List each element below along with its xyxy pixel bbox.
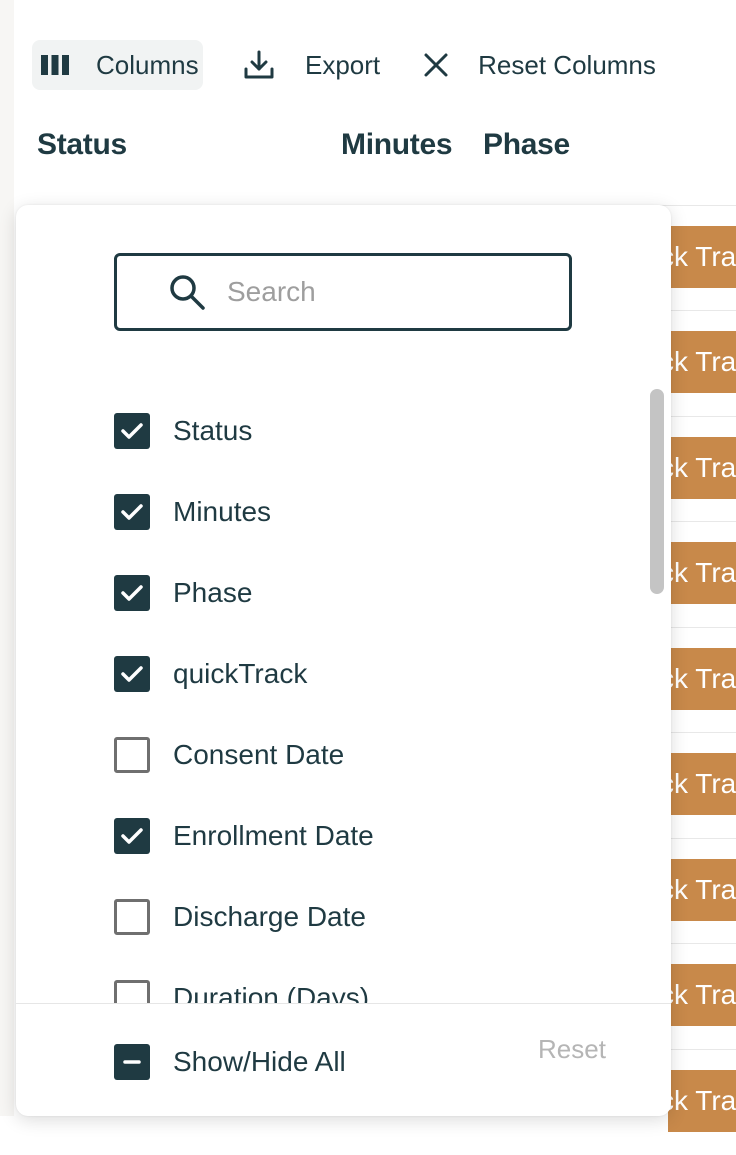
column-header-phase[interactable]: Phase <box>483 128 570 162</box>
column-option-status[interactable]: Status <box>114 411 252 451</box>
check-icon <box>121 423 143 439</box>
column-option-discharge-date[interactable]: Discharge Date <box>114 897 366 937</box>
checkbox-unchecked[interactable] <box>114 899 150 935</box>
columns-button-label: Columns <box>96 49 199 80</box>
table-row: ck Tra <box>660 1049 736 1155</box>
column-checkbox-list: Status Minutes Phase quickTrack Consent … <box>16 381 646 1004</box>
column-option-label: Status <box>173 415 253 446</box>
column-option-label: Enrollment Date <box>173 820 374 851</box>
column-option-consent-date[interactable]: Consent Date <box>114 735 344 775</box>
minus-icon <box>123 1060 141 1064</box>
column-list-scrollbar[interactable] <box>648 381 666 1004</box>
column-option-phase[interactable]: Phase <box>114 573 252 613</box>
search-icon <box>167 272 207 312</box>
column-option-label: Discharge Date <box>173 901 366 932</box>
column-picker-panel: Status Minutes Phase quickTrack Consent … <box>16 205 671 1116</box>
column-option-label: Duration (Days) <box>173 982 370 1004</box>
checkbox-checked[interactable] <box>114 656 150 692</box>
scrollbar-thumb[interactable] <box>650 389 664 594</box>
column-header-minutes[interactable]: Minutes <box>341 128 453 162</box>
column-search-input[interactable] <box>225 275 529 309</box>
quicktrack-badge[interactable]: ck Tra <box>668 753 736 815</box>
reset-columns-button[interactable]: Reset Columns <box>416 40 656 90</box>
check-icon <box>121 666 143 682</box>
reset-button[interactable]: Reset <box>538 1034 606 1065</box>
checkbox-checked[interactable] <box>114 818 150 854</box>
columns-icon <box>40 45 70 85</box>
checkbox-unchecked[interactable] <box>114 980 150 1004</box>
column-option-label: quickTrack <box>173 658 308 689</box>
reset-columns-button-label: Reset Columns <box>478 49 656 80</box>
table-row: ck Tra <box>660 838 736 944</box>
table-row: ck Tra <box>660 416 736 522</box>
quicktrack-badge[interactable]: ck Tra <box>668 859 736 921</box>
quicktrack-badge[interactable]: ck Tra <box>668 542 736 604</box>
column-picker-footer: Show/Hide All Reset <box>16 1003 671 1117</box>
quicktrack-badge[interactable]: ck Tra <box>668 331 736 393</box>
grid-toolbar: Columns Export Reset Columns <box>32 40 656 90</box>
table-header-row: Status Minutes Phase <box>0 122 736 170</box>
quicktrack-badge[interactable]: ck Tra <box>668 226 736 288</box>
column-search-box[interactable] <box>114 253 572 331</box>
column-option-enrollment-date[interactable]: Enrollment Date <box>114 816 374 856</box>
table-row: ck Tra <box>660 627 736 733</box>
checkbox-indeterminate[interactable] <box>114 1044 150 1080</box>
checkbox-unchecked[interactable] <box>114 737 150 773</box>
check-icon <box>121 504 143 520</box>
checkbox-checked[interactable] <box>114 413 150 449</box>
table-row: ck Tra <box>660 205 736 311</box>
column-option-label: Minutes <box>173 496 272 527</box>
checkbox-checked[interactable] <box>114 575 150 611</box>
check-icon <box>121 585 143 601</box>
download-icon <box>239 45 279 85</box>
export-button-label: Export <box>305 49 381 80</box>
column-option-label: Phase <box>173 577 253 608</box>
column-option-minutes[interactable]: Minutes <box>114 492 271 532</box>
checkbox-checked[interactable] <box>114 494 150 530</box>
column-option-label: Consent Date <box>173 739 345 770</box>
table-row: ck Tra <box>660 310 736 416</box>
close-icon <box>416 45 456 85</box>
show-hide-all-toggle[interactable]: Show/Hide All <box>114 1042 346 1082</box>
column-option-quicktrack[interactable]: quickTrack <box>114 654 307 694</box>
quicktrack-badge[interactable]: ck Tra <box>668 648 736 710</box>
table-row: ck Tra <box>660 943 736 1049</box>
quicktrack-badge[interactable]: ck Tra <box>668 1070 736 1132</box>
export-button[interactable]: Export <box>239 40 380 90</box>
check-icon <box>121 828 143 844</box>
table-row: ck Tra <box>660 521 736 627</box>
table-row: ck Tra <box>660 732 736 838</box>
columns-button[interactable]: Columns <box>32 40 203 90</box>
quicktrack-badge[interactable]: ck Tra <box>668 964 736 1026</box>
quicktrack-badge[interactable]: ck Tra <box>668 437 736 499</box>
column-header-status[interactable]: Status <box>37 128 127 162</box>
show-hide-all-label: Show/Hide All <box>173 1046 346 1077</box>
column-option-duration-days[interactable]: Duration (Days) <box>114 978 369 1004</box>
